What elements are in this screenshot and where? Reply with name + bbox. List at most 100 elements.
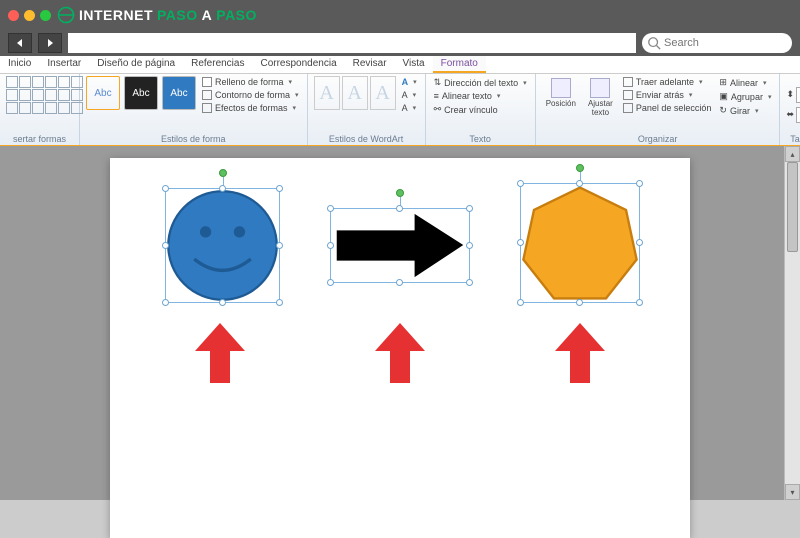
create-link-button[interactable]: ⚯Crear vínculo xyxy=(432,103,529,116)
shape-style-1[interactable]: Abc xyxy=(86,76,120,110)
scroll-up-button[interactable]: ▴ xyxy=(785,146,800,162)
group-wordart: A A A A A A Estilos de WordArt xyxy=(308,74,426,145)
resize-handle[interactable] xyxy=(396,205,403,212)
document-area: ▴ ▾ xyxy=(0,146,800,500)
annotation-arrow-2 xyxy=(375,323,425,383)
scroll-down-button[interactable]: ▾ xyxy=(785,484,800,500)
rotate-handle[interactable] xyxy=(396,189,404,197)
resize-handle[interactable] xyxy=(466,205,473,212)
resize-handle[interactable] xyxy=(276,242,283,249)
resize-handle[interactable] xyxy=(517,180,524,187)
shapes-gallery[interactable] xyxy=(6,76,83,114)
document-page[interactable] xyxy=(110,158,690,538)
resize-handle[interactable] xyxy=(576,180,583,187)
resize-handle[interactable] xyxy=(276,185,283,192)
position-button[interactable]: Posición xyxy=(542,76,580,110)
group-button[interactable]: ▣Agrupar xyxy=(717,90,773,103)
tab-diseno[interactable]: Diseño de página xyxy=(89,56,183,73)
back-button[interactable] xyxy=(8,33,32,53)
shape-effects-button[interactable]: Efectos de formas xyxy=(200,102,301,114)
tab-insertar[interactable]: Insertar xyxy=(39,56,89,73)
resize-handle[interactable] xyxy=(466,242,473,249)
tab-vista[interactable]: Vista xyxy=(395,56,433,73)
link-icon: ⚯ xyxy=(434,104,442,115)
align-obj-icon: ⊞ xyxy=(719,77,727,88)
resize-handle[interactable] xyxy=(276,299,283,306)
maximize-window-icon[interactable] xyxy=(40,10,51,21)
rotate-handle[interactable] xyxy=(219,169,227,177)
resize-handle[interactable] xyxy=(636,299,643,306)
width-input[interactable] xyxy=(796,107,800,123)
selection-pane-button[interactable]: Panel de selección xyxy=(621,102,714,114)
fill-icon xyxy=(202,77,212,87)
tab-revisar[interactable]: Revisar xyxy=(345,56,395,73)
ribbon-tabs: Inicio Insertar Diseño de página Referen… xyxy=(0,56,800,74)
shape-fill-button[interactable]: Relleno de forma xyxy=(200,76,301,88)
height-input[interactable] xyxy=(796,87,800,103)
resize-handle[interactable] xyxy=(162,185,169,192)
resize-handle[interactable] xyxy=(517,299,524,306)
shape-heptagon-selection[interactable] xyxy=(520,183,640,303)
shape-smiley-selection[interactable] xyxy=(165,188,280,303)
wordart-style-1[interactable]: A xyxy=(314,76,340,110)
text-outline-button[interactable]: A xyxy=(400,89,419,101)
close-window-icon[interactable] xyxy=(8,10,19,21)
resize-handle[interactable] xyxy=(576,299,583,306)
resize-handle[interactable] xyxy=(466,279,473,286)
resize-handle[interactable] xyxy=(517,239,524,246)
width-icon: ⬌ xyxy=(786,109,794,120)
group-icon: ▣ xyxy=(719,91,728,102)
align-icon: ≡ xyxy=(434,91,439,101)
send-backward-button[interactable]: Enviar atrás xyxy=(621,89,714,101)
tab-inicio[interactable]: Inicio xyxy=(0,56,39,73)
wrap-text-button[interactable]: Ajustar texto xyxy=(584,76,617,119)
text-fill-icon: A xyxy=(402,77,409,87)
tab-referencias[interactable]: Referencias xyxy=(183,56,252,73)
right-arrow-shape[interactable] xyxy=(331,209,469,282)
align-text-button[interactable]: ≡Alinear texto xyxy=(432,90,529,102)
group-label-tamano: Tamaño xyxy=(786,133,800,144)
smiley-shape[interactable] xyxy=(166,189,279,302)
resize-handle[interactable] xyxy=(327,279,334,286)
text-effects-button[interactable]: A xyxy=(400,102,419,114)
text-effects-icon: A xyxy=(402,103,408,113)
search-input[interactable] xyxy=(642,33,792,53)
shape-arrow-selection[interactable] xyxy=(330,208,470,283)
wordart-style-3[interactable]: A xyxy=(370,76,396,110)
resize-handle[interactable] xyxy=(327,205,334,212)
text-fill-button[interactable]: A xyxy=(400,76,419,88)
browser-title-bar: INTERNETPASOAPASO xyxy=(0,0,800,30)
group-label-insertar: sertar formas xyxy=(6,133,73,144)
tab-formato[interactable]: Formato xyxy=(433,56,486,73)
resize-handle[interactable] xyxy=(636,239,643,246)
heptagon-shape[interactable] xyxy=(521,184,639,302)
search-icon xyxy=(647,36,661,50)
bring-forward-button[interactable]: Traer adelante xyxy=(621,76,714,88)
rotate-button[interactable]: ↻Girar xyxy=(717,104,773,117)
resize-handle[interactable] xyxy=(327,242,334,249)
rotate-handle[interactable] xyxy=(576,164,584,172)
group-organizar: Posición Ajustar texto Traer adelante En… xyxy=(536,74,781,145)
tab-correspondencia[interactable]: Correspondencia xyxy=(252,56,344,73)
resize-handle[interactable] xyxy=(219,299,226,306)
resize-handle[interactable] xyxy=(219,185,226,192)
resize-handle[interactable] xyxy=(162,299,169,306)
shape-style-3[interactable]: Abc xyxy=(162,76,196,110)
annotation-arrow-3 xyxy=(555,323,605,383)
direction-icon: ⇅ xyxy=(434,77,442,88)
align-button[interactable]: ⊞Alinear xyxy=(717,76,773,89)
site-logo: INTERNETPASOAPASO xyxy=(57,6,257,24)
vertical-scrollbar[interactable]: ▴ ▾ xyxy=(784,146,800,500)
wordart-style-2[interactable]: A xyxy=(342,76,368,110)
minimize-window-icon[interactable] xyxy=(24,10,35,21)
shape-outline-button[interactable]: Contorno de forma xyxy=(200,89,301,101)
group-tamano: ⬍ ⬌ Tamaño xyxy=(780,74,800,145)
resize-handle[interactable] xyxy=(162,242,169,249)
shape-style-2[interactable]: Abc xyxy=(124,76,158,110)
resize-handle[interactable] xyxy=(396,279,403,286)
url-input[interactable] xyxy=(68,33,636,53)
text-direction-button[interactable]: ⇅Dirección del texto xyxy=(432,76,529,89)
resize-handle[interactable] xyxy=(636,180,643,187)
scroll-thumb[interactable] xyxy=(787,162,798,252)
forward-button[interactable] xyxy=(38,33,62,53)
